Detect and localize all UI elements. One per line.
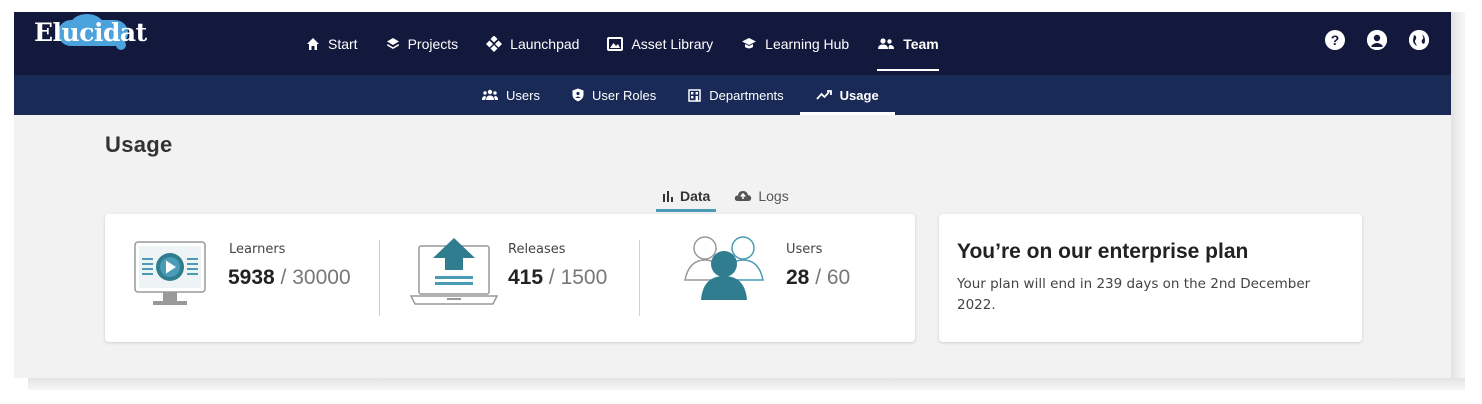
stat-divider <box>379 240 380 316</box>
users-group-icon <box>684 236 764 300</box>
globe-icon[interactable] <box>1409 30 1429 50</box>
main-nav: Start Projects Launchpad Asset Library L… <box>292 12 953 75</box>
releases-sep: / <box>543 266 561 289</box>
tab-label: Logs <box>758 188 789 204</box>
sub-nav: Users User Roles Departments Usage <box>466 75 895 115</box>
elucidat-logo[interactable]: Elucidat <box>28 14 148 54</box>
usage-tabs: Data Logs <box>656 184 795 212</box>
users-limit: 60 <box>826 266 851 289</box>
subnav-item-user-roles[interactable]: User Roles <box>556 75 672 115</box>
subnav-item-label: User Roles <box>591 87 657 103</box>
releases-limit: 1500 <box>560 266 608 289</box>
plan-title: You’re on our enterprise plan <box>957 240 1249 263</box>
learners-limit: 30000 <box>292 266 351 289</box>
home-icon <box>307 37 319 50</box>
nav-item-label: Projects <box>407 35 459 52</box>
window-shadow <box>1451 12 1465 378</box>
bar-chart-icon <box>663 191 673 202</box>
chart-line-icon <box>816 90 832 100</box>
usage-stats-card: Learners 5938 / 30000 Releases 415 / 150… <box>105 214 915 342</box>
shield-icon <box>572 88 584 102</box>
sub-navbar: Users User Roles Departments Usage <box>14 75 1451 115</box>
stat-learners: Learners 5938 / 30000 <box>105 214 385 342</box>
page-title: Usage <box>105 132 173 157</box>
nav-item-label: Team <box>903 35 939 52</box>
learners-monitor-icon <box>134 241 206 305</box>
subnav-item-usage[interactable]: Usage <box>799 75 895 115</box>
learners-value: 5938 / 30000 <box>228 266 351 290</box>
building-icon <box>688 88 701 102</box>
cloud-icon <box>735 191 752 201</box>
stat-divider <box>639 240 640 316</box>
users-icon <box>482 89 498 100</box>
subnav-item-users[interactable]: Users <box>466 75 556 115</box>
nav-item-label: Asset Library <box>631 35 714 52</box>
logo-text: Elucidat <box>34 18 147 47</box>
subnav-item-label: Departments <box>709 87 784 103</box>
top-navbar: Elucidat Start Projects Launchpad Asset … <box>14 12 1451 75</box>
users-sep: / <box>809 266 827 289</box>
nav-item-label: Learning Hub <box>765 35 850 52</box>
top-icons: ? <box>1325 30 1429 50</box>
plan-card: You’re on our enterprise plan Your plan … <box>939 214 1362 342</box>
subnav-item-label: Usage <box>839 87 879 103</box>
tab-logs[interactable]: Logs <box>728 184 794 212</box>
nav-item-launchpad[interactable]: Launchpad <box>472 12 593 75</box>
nav-item-learning-hub[interactable]: Learning Hub <box>727 12 863 75</box>
layers-icon <box>386 37 399 49</box>
team-icon <box>878 37 895 49</box>
stat-releases: Releases 415 / 1500 <box>395 214 645 342</box>
globe-glyph <box>1409 30 1429 50</box>
nav-item-label: Start <box>328 35 358 52</box>
help-icon[interactable]: ? <box>1325 30 1345 50</box>
nav-item-asset-library[interactable]: Asset Library <box>593 12 727 75</box>
users-value: 28 / 60 <box>786 266 850 290</box>
learners-label: Learners <box>229 242 286 257</box>
users-used: 28 <box>786 266 810 289</box>
subnav-item-departments[interactable]: Departments <box>672 75 799 115</box>
image-icon <box>607 36 624 51</box>
window-shadow <box>28 378 1465 390</box>
launchpad-icon <box>486 35 503 52</box>
learners-used: 5938 <box>228 266 275 289</box>
tab-label: Data <box>680 188 711 204</box>
nav-item-start[interactable]: Start <box>292 12 372 75</box>
releases-value: 415 / 1500 <box>508 266 607 290</box>
plan-description: Your plan will end in 239 days on the 2n… <box>957 276 1311 313</box>
nav-item-label: Launchpad <box>510 35 580 52</box>
learners-sep: / <box>274 266 293 289</box>
tab-data[interactable]: Data <box>656 184 717 212</box>
users-label: Users <box>786 242 823 257</box>
nav-item-projects[interactable]: Projects <box>372 12 473 75</box>
graduation-cap-icon <box>742 37 757 48</box>
app-window: Elucidat Start Projects Launchpad Asset … <box>14 12 1451 378</box>
subnav-item-label: Users <box>506 87 540 103</box>
releases-label: Releases <box>508 242 566 257</box>
user-icon[interactable] <box>1367 30 1387 50</box>
user-glyph <box>1367 30 1387 50</box>
help-glyph: ? <box>1330 32 1340 48</box>
stat-users: Users 28 / 60 <box>665 214 905 342</box>
nav-item-team[interactable]: Team <box>863 12 953 75</box>
releases-laptop-icon <box>409 238 499 305</box>
releases-used: 415 <box>508 266 544 289</box>
